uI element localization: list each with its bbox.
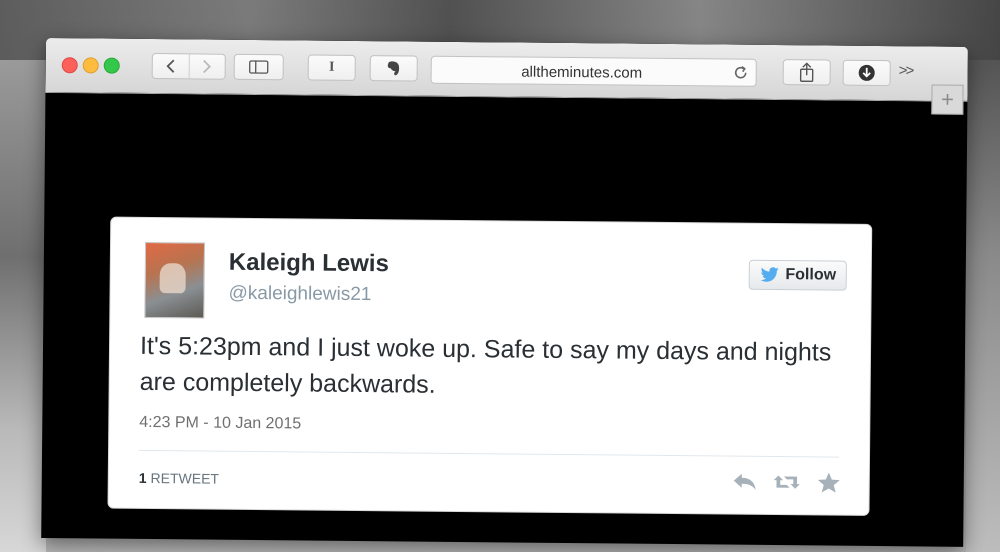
twitter-bird-icon <box>760 267 779 282</box>
maximize-window-button[interactable] <box>103 57 120 74</box>
avatar[interactable] <box>144 241 206 319</box>
desktop-wallpaper-right <box>966 60 1000 552</box>
reload-icon[interactable] <box>732 64 750 82</box>
new-tab-button[interactable]: + <box>931 84 964 115</box>
tweet-actions <box>731 470 843 495</box>
browser-window: I alltheminutes.com >> + Kaleigh Lewis @… <box>41 38 968 547</box>
retweet-stats[interactable]: 1 RETWEET <box>139 470 219 487</box>
reader-button[interactable]: I <box>307 54 356 81</box>
elephant-icon <box>387 61 400 76</box>
url-text: alltheminutes.com <box>521 63 643 82</box>
download-icon <box>858 64 875 81</box>
retweet-button[interactable] <box>773 470 801 494</box>
address-bar[interactable]: alltheminutes.com <box>430 55 757 87</box>
reader-icon: I <box>328 59 335 75</box>
retweet-count: 1 <box>138 469 147 486</box>
sidebar-icon <box>249 60 269 74</box>
minimize-window-button[interactable] <box>82 57 99 74</box>
favorite-button[interactable] <box>815 470 843 494</box>
desktop-wallpaper-left <box>0 60 46 552</box>
follow-label: Follow <box>785 266 837 284</box>
tweet-card: Kaleigh Lewis @kaleighlewis21 Follow It'… <box>107 216 873 516</box>
back-button[interactable] <box>153 54 189 78</box>
navigation-buttons <box>151 53 226 80</box>
tweet-timestamp[interactable]: 4:23 PM - 10 Jan 2015 <box>139 414 301 434</box>
share-icon <box>799 62 814 83</box>
sidebar-button[interactable] <box>233 53 284 81</box>
chevron-left-icon <box>166 59 175 73</box>
reply-icon <box>733 473 756 490</box>
retweet-label: RETWEET <box>150 470 220 487</box>
reply-button[interactable] <box>731 470 759 494</box>
chevron-right-icon <box>203 59 212 74</box>
divider <box>139 449 840 458</box>
more-toolbar-items[interactable]: >> <box>899 62 913 79</box>
close-window-button[interactable] <box>61 57 78 74</box>
evernote-button[interactable] <box>369 55 418 82</box>
tweet-text: It's 5:23pm and I just woke up. Safe to … <box>139 331 832 399</box>
browser-toolbar: I alltheminutes.com >> <box>45 38 968 102</box>
author-name[interactable]: Kaleigh Lewis <box>229 249 389 279</box>
forward-button[interactable] <box>188 54 225 79</box>
share-button[interactable] <box>782 59 831 86</box>
retweet-icon <box>773 475 800 489</box>
downloads-button[interactable] <box>842 59 891 87</box>
star-icon <box>817 472 840 493</box>
follow-button[interactable]: Follow <box>748 259 847 291</box>
author-handle[interactable]: @kaleighlewis21 <box>228 283 371 306</box>
